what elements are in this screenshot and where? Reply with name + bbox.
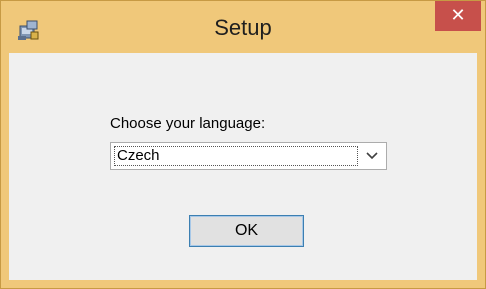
ok-button[interactable]: OK bbox=[189, 215, 304, 247]
title-bar[interactable]: Setup ✕ bbox=[1, 1, 485, 53]
language-prompt-label: Choose your language: bbox=[110, 115, 266, 132]
language-select-value: Czech bbox=[114, 146, 358, 166]
close-button[interactable]: ✕ bbox=[435, 1, 481, 31]
chevron-down-icon[interactable] bbox=[363, 149, 381, 163]
setup-window: Setup ✕ Choose your language: Czech OK bbox=[0, 0, 486, 289]
close-icon: ✕ bbox=[450, 5, 466, 26]
window-title: Setup bbox=[214, 15, 272, 40]
dialog-body: Choose your language: Czech OK bbox=[9, 53, 477, 280]
language-select[interactable]: Czech bbox=[110, 142, 387, 170]
